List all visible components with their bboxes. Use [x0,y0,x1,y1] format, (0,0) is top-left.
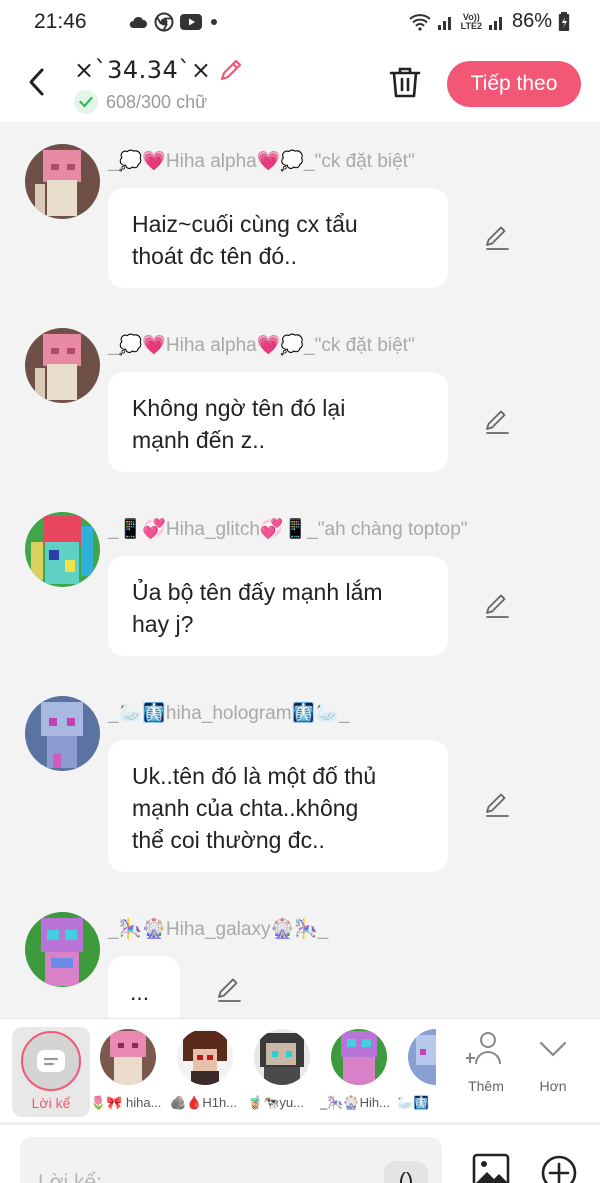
input-bar: Lời kể: () [0,1124,600,1183]
edit-title-icon[interactable] [217,56,245,84]
message-bubble[interactable]: Ủa bộ tên đấy mạnh lắm hay j? [108,556,448,656]
pencil-icon [486,410,509,434]
narration-icon [37,1050,65,1072]
network-type: Vo)) LTE2 [460,11,482,31]
image-icon [472,1153,510,1183]
chevron-down-icon [539,1041,567,1057]
edit-message-button[interactable] [482,591,512,621]
avatar[interactable] [25,696,100,771]
plus-circle-icon [541,1155,577,1183]
insert-image-button[interactable] [472,1153,510,1183]
check-icon [74,90,98,114]
pencil-icon [486,594,509,618]
message-author: _📱💞Hiha_glitch💞📱_"ah chàng toptop" [108,519,468,540]
character-avatar[interactable] [408,1029,436,1085]
add-button[interactable] [541,1155,577,1183]
status-bar: 21:46 Vo)) LTE2 86% [0,0,600,46]
message-bubble[interactable]: Không ngờ tên đó lại mạnh đến z.. [108,372,448,472]
message-item: _💭💗Hiha alpha💗💭_"ck đặt biệt" Haiz~cuối … [0,140,600,300]
message-item: _🎠🎡Hiha_galaxy🎡🎠_ ... [0,908,600,1026]
character-avatar[interactable] [177,1029,233,1085]
battery-percent: 86% [511,10,552,32]
more-button[interactable]: Hơn [523,1031,583,1094]
character-name: 🧋🐄yu... [247,1095,304,1110]
chapter-title[interactable]: ×`34.34`× [74,56,211,84]
signal-icon [488,16,502,30]
avatar[interactable] [25,912,100,987]
narration-input[interactable]: Lời kể: () [20,1137,442,1183]
next-button[interactable]: Tiếp theo [447,61,581,107]
avatar[interactable] [25,144,100,219]
character-avatar[interactable] [254,1029,310,1085]
pencil-icon [218,978,241,1002]
character-avatar[interactable] [100,1029,156,1085]
signal-icon [437,16,451,30]
edit-message-button[interactable] [214,975,244,1005]
wifi-icon [408,13,431,31]
parentheses-button[interactable]: () [384,1161,428,1183]
cloud-icon [129,16,147,28]
chevron-left-icon [29,68,44,96]
char-count: 608/300 chữ [106,91,208,112]
add-person-icon [465,1032,501,1065]
narrator-label: Lời kể [31,1095,71,1111]
narrator-button[interactable]: Lời kể [12,1027,90,1117]
more-label: Hơn [539,1078,567,1094]
status-time: 21:46 [34,10,87,33]
trash-icon [389,67,421,98]
battery-icon [558,11,570,31]
character-name: _🎠🎡Hih... [320,1095,390,1110]
character-avatar[interactable] [331,1029,387,1085]
message-item: _💭💗Hiha alpha💗💭_"ck đặt biệt" Không ngờ … [0,324,600,484]
youtube-icon [180,14,202,30]
message-author: _🦢🩻hiha_hologram🩻🦢_ [108,703,350,724]
chrome-icon [154,12,174,32]
dot-icon [211,19,217,25]
character-bar: Lời kể 🌷🎀 hiha... 🪨🩸H1h... 🧋🐄yu... _🎠🎡Hi… [0,1018,600,1122]
message-item: _📱💞Hiha_glitch💞📱_"ah chàng toptop" Ủa bộ… [0,508,600,668]
pencil-icon [486,793,509,817]
add-character-label: Thêm [468,1078,504,1094]
message-item: _🦢🩻hiha_hologram🩻🦢_ Uk..tên đó là một đố… [0,692,600,882]
add-character-button[interactable]: Thêm [456,1031,516,1094]
message-author: _💭💗Hiha alpha💗💭_"ck đặt biệt" [108,151,415,172]
back-button[interactable] [22,64,54,100]
avatar[interactable] [25,512,100,587]
pencil-icon [486,226,509,250]
editor-header: ×`34.34`× 608/300 chữ Tiếp theo [0,46,600,122]
message-author: _🎠🎡Hiha_galaxy🎡🎠_ [108,919,329,940]
avatar[interactable] [25,328,100,403]
character-name: 🦢🩻 [397,1095,430,1110]
input-placeholder: Lời kể: [38,1171,102,1183]
message-bubble[interactable]: Uk..tên đó là một đố thủ mạnh của chta..… [108,740,448,872]
edit-message-button[interactable] [482,790,512,820]
edit-message-button[interactable] [482,407,512,437]
edit-message-button[interactable] [482,223,512,253]
character-name: 🌷🎀 hiha... [90,1095,162,1110]
message-bubble[interactable]: Haiz~cuối cùng cx tẩu thoát đc tên đó.. [108,188,448,288]
message-bubble[interactable]: ... [108,956,180,1026]
character-name: 🪨🩸H1h... [170,1095,238,1110]
delete-button[interactable] [388,64,422,100]
message-author: _💭💗Hiha alpha💗💭_"ck đặt biệt" [108,335,415,356]
